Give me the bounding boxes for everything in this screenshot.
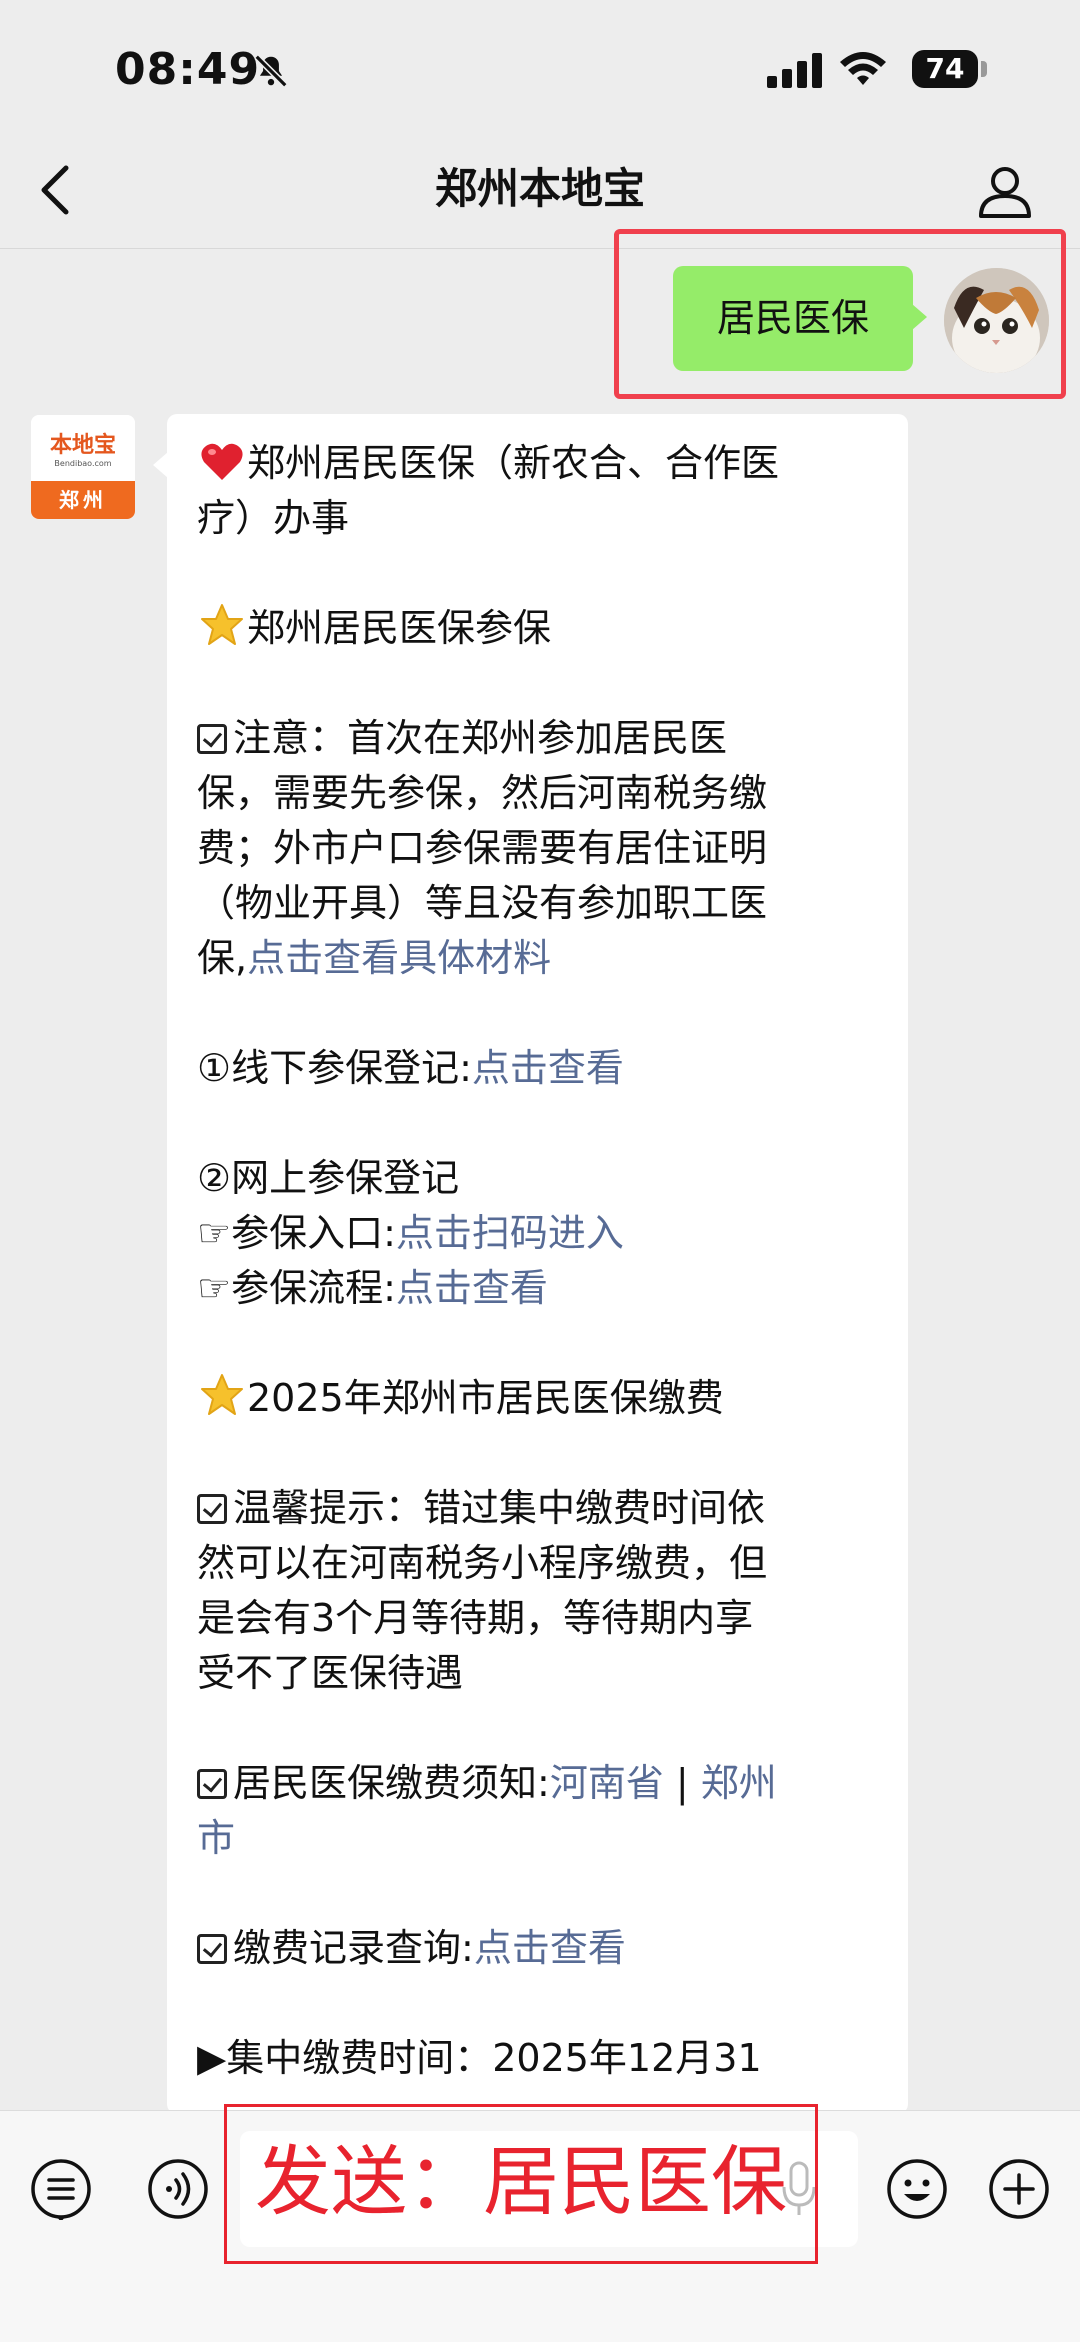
option-label: ①线下参保登记: (197, 1046, 472, 1090)
logo-top: 本地宝 Bendibao.com (31, 415, 135, 481)
message-line: ②网上参保登记 (197, 1156, 460, 1200)
materials-link[interactable]: 点击查看具体材料 (247, 936, 551, 980)
message-line: 保，需要先参保，然后河南税务缴 (197, 771, 768, 815)
logo-city-text: 郑州 (59, 488, 107, 512)
user-icon[interactable] (976, 162, 1034, 220)
tip-text: 温馨提示：错过集中缴费时间依 (233, 1486, 766, 1530)
star-icon (201, 1374, 243, 1415)
message-line: 是会有3个月等待期，等待期内享 (197, 1596, 754, 1640)
notice-label: 居民医保缴费须知: (233, 1761, 550, 1805)
process-link[interactable]: 点击查看 (396, 1266, 548, 1310)
wifi-icon (840, 52, 886, 85)
separator: | (663, 1761, 701, 1805)
message-line: ☞参保入口:点击扫码进入 (197, 1206, 624, 1261)
option-label: ☞参保入口: (197, 1211, 396, 1255)
logo-brand-text: 本地宝 (49, 432, 116, 458)
message-line: 保,点击查看具体材料 (197, 931, 551, 986)
checkbox-icon (197, 1769, 227, 1799)
message-line: ①线下参保登记:点击查看 (197, 1041, 624, 1096)
note-text: 注意：首次在郑州参加居民医 (233, 716, 728, 760)
option-label: ☞参保流程: (197, 1266, 396, 1310)
message-line: 市 (197, 1811, 235, 1866)
scan-entry-link[interactable]: 点击扫码进入 (396, 1211, 624, 1255)
received-message-bubble: 郑州居民医保（新农合、合作医 疗）办事 郑州居民医保参保 注意：首次在郑州参加居… (153, 414, 908, 2114)
voice-icon[interactable] (147, 2158, 209, 2220)
status-bar: 08:49 74 (0, 0, 1080, 130)
message-line: 温馨提示：错过集中缴费时间依 (197, 1481, 765, 1536)
highlight-annotation-box (614, 229, 1066, 399)
message-line: 2025年郑州市居民医保缴费 (197, 1371, 724, 1426)
henan-link[interactable]: 河南省 (550, 1761, 664, 1805)
message-line: ▶集中缴费时间：2025年12月31 (197, 2036, 762, 2080)
battery-level: 74 (925, 52, 965, 85)
signal-icon (767, 53, 822, 88)
plus-icon[interactable] (988, 2158, 1050, 2220)
note-text: 保, (197, 936, 248, 980)
section-title: 郑州居民医保参保 (247, 606, 552, 650)
clock: 08:49 (115, 44, 261, 95)
record-query-link[interactable]: 点击查看 (474, 1926, 626, 1970)
logo-sub-text: Bendibao.com (54, 459, 112, 468)
message-heading: 郑州居民医保（新农合、合作医 (247, 441, 780, 485)
message-line: 疗）办事 (197, 496, 350, 540)
checkbox-icon (197, 1494, 227, 1524)
send-hint-text: 发送：居民医保 (255, 2137, 787, 2226)
zhengzhou-link-cont[interactable]: 市 (197, 1816, 235, 1860)
emoji-icon[interactable] (886, 2158, 948, 2220)
bell-slash-icon (254, 54, 288, 88)
message-line: 然可以在河南税务小程序缴费，但 (197, 1541, 768, 1585)
section-title: 2025年郑州市居民医保缴费 (247, 1376, 724, 1420)
message-line: 郑州居民医保参保 (197, 601, 551, 656)
zhengzhou-link[interactable]: 郑州 (701, 1761, 777, 1805)
battery-cap (981, 61, 987, 77)
message-line: 缴费记录查询:点击查看 (197, 1921, 626, 1976)
checkbox-icon (197, 724, 227, 754)
checkbox-icon (197, 1934, 227, 1964)
send-hint-annotation: 发送：居民医保 (224, 2104, 818, 2264)
message-line: （物业开具）等且没有参加职工医 (197, 881, 768, 925)
battery-indicator: 74 (912, 50, 978, 88)
list-icon[interactable] (30, 2158, 92, 2220)
message-line: 费；外市户口参保需要有居住证明 (197, 826, 768, 870)
heart-icon (201, 443, 243, 480)
avatar[interactable]: 本地宝 Bendibao.com 郑州 (31, 415, 135, 519)
message-line: 注意：首次在郑州参加居民医 (197, 711, 727, 766)
message-line: 居民医保缴费须知:河南省 | 郑州 (197, 1756, 777, 1811)
offline-register-link[interactable]: 点击查看 (472, 1046, 624, 1090)
record-label: 缴费记录查询: (233, 1926, 474, 1970)
message-line: ☞参保流程:点击查看 (197, 1261, 548, 1316)
star-icon (201, 604, 243, 645)
logo-bottom: 郑州 (31, 481, 135, 519)
message-line: 受不了医保待遇 (197, 1651, 464, 1695)
message-line: 郑州居民医保（新农合、合作医 (197, 436, 779, 491)
